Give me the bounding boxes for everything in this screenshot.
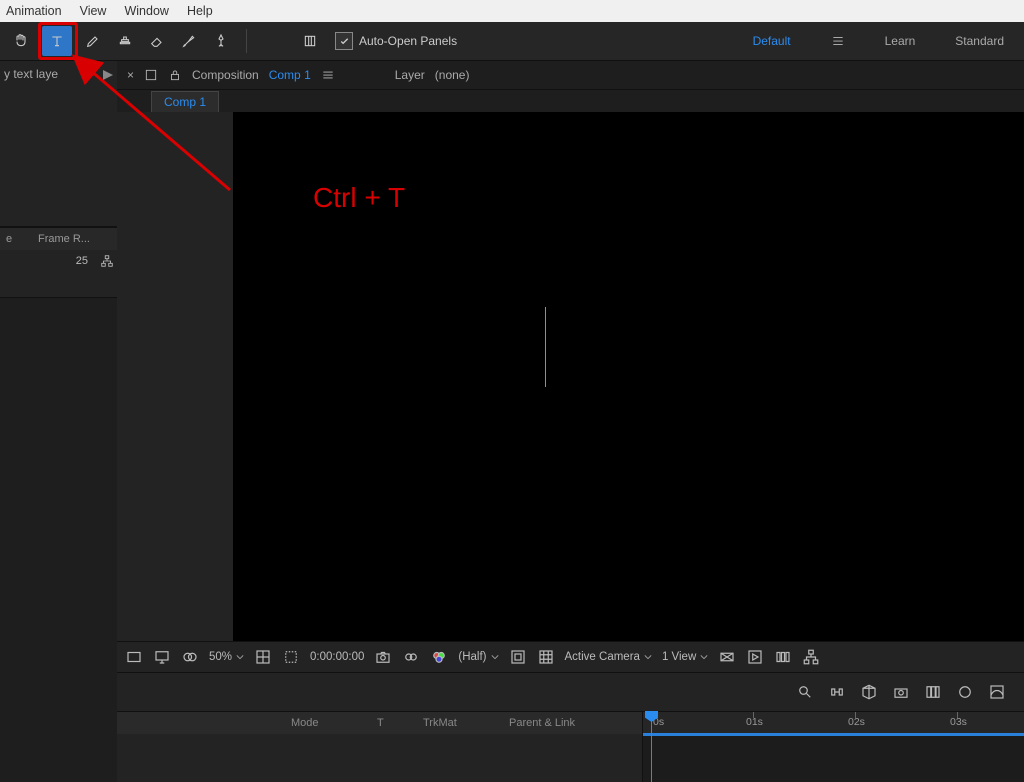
auto-open-panels-label: Auto-Open Panels	[359, 34, 457, 48]
composition-tab-bar: × Composition Comp 1 Layer (none)	[117, 61, 1024, 90]
layer-none: (none)	[435, 68, 470, 82]
menu-animation[interactable]: Animation	[6, 4, 62, 18]
ruler-03s: 03s	[950, 716, 967, 728]
viewer-controls-bar: 50% 0:00:00:00 (Half) Active Camera 1 Vi…	[117, 641, 1024, 672]
asset-row[interactable]: 25	[0, 250, 117, 272]
fast-preview-icon[interactable]	[746, 648, 764, 666]
timecode-display[interactable]: 0:00:00:00	[310, 651, 364, 663]
col-size[interactable]: e	[0, 233, 32, 245]
text-insertion-cursor	[545, 307, 546, 387]
camera-dropdown[interactable]: Active Camera	[565, 651, 652, 663]
asset-list: e Frame R... 25	[0, 227, 117, 298]
show-snapshot-icon[interactable]	[402, 648, 420, 666]
menu-help[interactable]: Help	[187, 4, 213, 18]
comp-menu-icon[interactable]	[321, 68, 335, 82]
frame-blend-icon[interactable]	[924, 683, 942, 701]
col-frame-rate[interactable]: Frame R...	[32, 233, 96, 245]
lock-icon[interactable]	[168, 68, 182, 82]
left-sidebar: y text laye e Frame R... 25	[0, 61, 117, 782]
snapping-toggle[interactable]	[295, 26, 325, 56]
annotation-highlight-box	[38, 22, 78, 60]
graph-editor-icon[interactable]	[988, 683, 1006, 701]
col-t[interactable]: T	[369, 717, 415, 729]
left-empty	[0, 298, 117, 782]
tool-bar: Auto-Open Panels Default Learn Standard	[0, 22, 1024, 61]
workspace-switcher: Default Learn Standard	[753, 34, 1018, 48]
puppet-pin-tool[interactable]	[206, 26, 236, 56]
menu-view[interactable]: View	[80, 4, 107, 18]
viewer-tab-bar: Comp 1	[117, 90, 1024, 112]
ruler-02s: 02s	[848, 716, 865, 728]
ruler-01s: 01s	[746, 716, 763, 728]
workspace-standard[interactable]: Standard	[955, 34, 1004, 48]
checkbox-icon	[335, 32, 353, 50]
work-area-bar[interactable]	[643, 733, 1024, 736]
app-menu-bar: Animation View Window Help	[0, 0, 1024, 22]
search-icon[interactable]	[796, 683, 814, 701]
pixel-aspect-icon[interactable]	[718, 648, 736, 666]
views-dropdown[interactable]: 1 View	[662, 651, 708, 663]
monitor-icon[interactable]	[153, 648, 171, 666]
project-panel[interactable]: y text laye	[0, 61, 117, 227]
timeline-icon[interactable]	[774, 648, 792, 666]
snapshot-icon[interactable]	[374, 648, 392, 666]
timeline-toolbar	[117, 673, 1024, 711]
composition-mini-flowchart-icon[interactable]	[828, 683, 846, 701]
type-tool[interactable]	[42, 26, 72, 56]
layer-label: Layer	[395, 68, 425, 82]
timeline-columns: Mode T TrkMat Parent & Link	[117, 711, 643, 782]
flowchart-icon[interactable]	[802, 648, 820, 666]
channel-icon[interactable]	[430, 648, 448, 666]
auto-open-panels-toggle[interactable]: Auto-Open Panels	[335, 32, 457, 50]
roto-brush-tool[interactable]	[174, 26, 204, 56]
transparency-grid-icon[interactable]	[282, 648, 300, 666]
viewer-tab-comp1[interactable]: Comp 1	[151, 91, 219, 112]
panel-menu-icon[interactable]	[103, 69, 113, 83]
text-layer-label: y text laye	[4, 67, 58, 81]
workspace-default[interactable]: Default	[753, 34, 791, 48]
col-mode[interactable]: Mode	[283, 717, 369, 729]
clone-stamp-tool[interactable]	[110, 26, 140, 56]
composition-name[interactable]: Comp 1	[269, 68, 311, 82]
comp-icon	[144, 68, 158, 82]
hand-tool[interactable]	[6, 26, 36, 56]
toggle-alpha-icon[interactable]	[125, 648, 143, 666]
zoom-dropdown[interactable]: 50%	[209, 651, 244, 663]
playhead[interactable]	[651, 711, 652, 782]
motion-blur-icon[interactable]	[956, 683, 974, 701]
render-icon[interactable]	[892, 683, 910, 701]
pen-tool[interactable]	[78, 26, 108, 56]
quality-dropdown[interactable]: (Half)	[458, 651, 498, 663]
col-trkmat[interactable]: TrkMat	[415, 717, 501, 729]
flowchart-icon[interactable]	[100, 254, 114, 268]
timeline-panel: Mode T TrkMat Parent & Link 0s 01s 02s 0…	[117, 672, 1024, 782]
viewer-area: Ctrl + T	[117, 112, 1024, 641]
asset-header-row: e Frame R...	[0, 227, 117, 250]
composition-label: Composition	[192, 68, 259, 82]
col-parent-link[interactable]: Parent & Link	[501, 717, 583, 729]
eraser-tool[interactable]	[142, 26, 172, 56]
menu-window[interactable]: Window	[124, 4, 168, 18]
grid-icon[interactable]	[537, 648, 555, 666]
timeline-tracks[interactable]: 0s 01s 02s 03s 04s	[643, 711, 1024, 782]
composition-canvas[interactable]: Ctrl + T	[233, 112, 1024, 641]
close-tab-icon[interactable]: ×	[127, 68, 134, 82]
viewer-gutter	[117, 112, 233, 641]
workspace-menu-icon[interactable]	[831, 34, 845, 48]
val-frame-rate: 25	[32, 255, 94, 267]
mask-icon[interactable]	[181, 648, 199, 666]
timeline-header-row: Mode T TrkMat Parent & Link	[117, 711, 642, 734]
workspace-learn[interactable]: Learn	[885, 34, 916, 48]
region-icon[interactable]	[509, 648, 527, 666]
toolbar-separator	[246, 29, 247, 53]
time-ruler[interactable]: 0s 01s 02s 03s 04s	[643, 711, 1024, 734]
draft-3d-icon[interactable]	[860, 683, 878, 701]
annotation-shortcut-text: Ctrl + T	[313, 182, 405, 214]
resolution-grid-icon[interactable]	[254, 648, 272, 666]
